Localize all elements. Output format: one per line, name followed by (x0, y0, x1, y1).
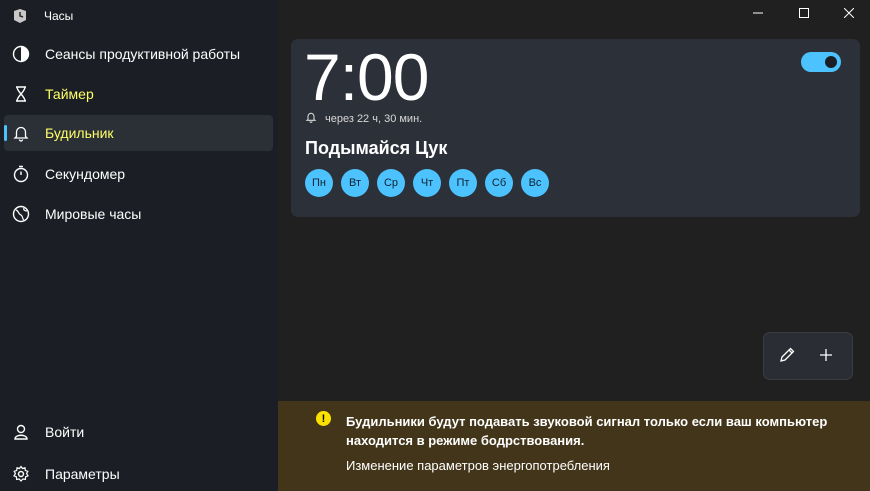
warning-message: Будильники будут подавать звуковой сигна… (346, 414, 828, 448)
alarm-name: Подымайся Цук (305, 138, 448, 158)
sidebar-item-label: Войти (45, 424, 85, 440)
day-badge-mon: Пн (305, 169, 333, 197)
day-badge-fri: Пт (449, 169, 477, 197)
bell-icon (305, 110, 317, 128)
close-icon (843, 5, 855, 23)
sidebar-item-label: Параметры (45, 466, 120, 482)
pencil-icon (778, 346, 796, 369)
title-bar: Часы (12, 6, 73, 26)
stopwatch-icon (12, 165, 30, 183)
maximize-icon (799, 5, 809, 23)
bell-icon (12, 124, 30, 142)
sidebar: Часы Сеансы продуктивной работы Таймер Б… (0, 0, 278, 491)
app-title: Часы (44, 9, 74, 23)
day-badge-wed: Ср (377, 169, 405, 197)
sidebar-item-label: Секундомер (45, 166, 126, 182)
sidebar-item-stopwatch[interactable]: Секундомер (4, 156, 273, 192)
plus-icon (818, 347, 834, 368)
alarm-actions (763, 332, 853, 380)
warning-banner: ! Будильники будут подавать звуковой сиг… (278, 401, 870, 491)
day-badge-sat: Сб (485, 169, 513, 197)
alarm-remaining: через 22 ч, 30 мин. (305, 111, 422, 127)
sidebar-item-settings[interactable]: Параметры (4, 456, 273, 491)
warning-icon: ! (316, 411, 331, 426)
day-badge-tue: Вт (341, 169, 369, 197)
toggle-knob (825, 56, 837, 68)
add-alarm-button[interactable] (812, 343, 840, 371)
sidebar-item-label: Мировые часы (45, 206, 142, 222)
alarm-toggle[interactable] (801, 52, 841, 72)
close-button[interactable] (826, 0, 870, 28)
sidebar-item-label: Таймер (45, 86, 94, 102)
alarm-days: Пн Вт Ср Чт Пт Сб Вс (305, 169, 557, 197)
minimize-button[interactable] (735, 0, 781, 28)
alarm-time: 7:00 (304, 40, 429, 114)
maximize-button[interactable] (781, 0, 827, 28)
sidebar-item-sign-in[interactable]: Войти (4, 414, 273, 450)
power-settings-link[interactable]: Изменение параметров энергопотребления (346, 458, 610, 473)
clock-app-icon (12, 8, 28, 24)
edit-alarms-button[interactable] (773, 343, 801, 371)
focus-icon (12, 45, 30, 63)
hourglass-icon (12, 85, 30, 103)
gear-icon (12, 465, 30, 483)
remaining-text: через 22 ч, 30 мин. (325, 113, 423, 125)
globe-icon (12, 205, 30, 223)
sidebar-item-focus[interactable]: Сеансы продуктивной работы (4, 36, 273, 72)
person-icon (12, 423, 30, 441)
sidebar-item-alarm[interactable]: Будильник (4, 115, 273, 151)
minimize-icon (753, 5, 763, 23)
sidebar-item-label: Сеансы продуктивной работы (45, 46, 241, 62)
active-indicator (4, 125, 7, 141)
sidebar-item-label: Будильник (45, 125, 114, 141)
sidebar-item-world-clock[interactable]: Мировые часы (4, 196, 273, 232)
day-badge-thu: Чт (413, 169, 441, 197)
sidebar-item-timer[interactable]: Таймер (4, 76, 273, 112)
alarm-card[interactable]: 7:00 через 22 ч, 30 мин. Подымайся Цук П… (291, 39, 860, 217)
day-badge-sun: Вс (521, 169, 549, 197)
